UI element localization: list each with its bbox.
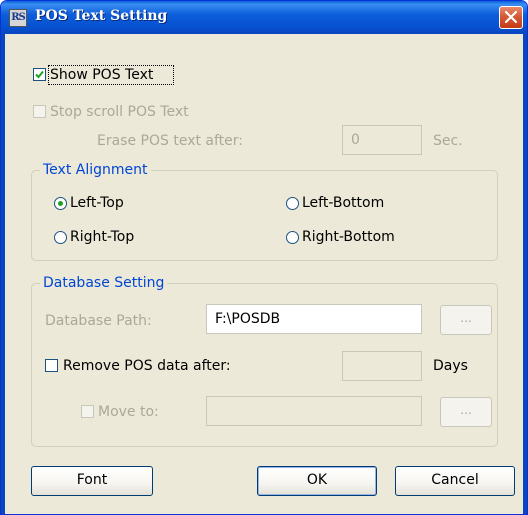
move-to-label: Move to: [98,404,159,420]
remove-days-input[interactable] [342,351,422,381]
radio-right-bottom[interactable] [286,231,299,244]
stop-scroll-label: Stop scroll POS Text [50,104,189,120]
show-pos-text-checkbox[interactable] [33,68,46,81]
erase-seconds-input[interactable]: 0 [342,125,422,155]
database-path-browse-button[interactable]: ... [440,305,492,335]
radio-right-top[interactable] [54,231,67,244]
close-icon [505,11,517,23]
checkmark-icon [35,70,44,79]
remove-pos-data-label[interactable]: Remove POS data after: [63,358,231,374]
database-setting-title: Database Setting [40,275,168,291]
cancel-button[interactable]: Cancel [395,466,515,496]
ok-button[interactable]: OK [257,466,377,496]
radio-left-bottom-label[interactable]: Left-Bottom [302,195,384,211]
remove-days-unit-label: Days [433,358,468,374]
database-path-label: Database Path: [45,313,152,329]
remove-pos-data-checkbox[interactable] [45,359,58,372]
show-pos-text-label[interactable]: Show POS Text [50,67,153,83]
text-alignment-title: Text Alignment [40,162,151,178]
stop-scroll-checkbox[interactable] [33,105,46,118]
move-to-browse-button[interactable]: ... [440,397,492,427]
window-border-right [523,34,527,514]
move-to-checkbox[interactable] [81,405,94,418]
erase-pos-text-label: Erase POS text after: [97,133,244,149]
close-button[interactable] [499,6,523,29]
text-alignment-group [31,170,498,261]
title-bar[interactable]: RS POS Text Setting [1,1,527,34]
move-to-input[interactable] [206,396,422,426]
window-title: POS Text Setting [35,8,168,24]
radio-left-bottom[interactable] [286,197,299,210]
font-button[interactable]: Font [31,466,153,496]
radio-left-top[interactable] [54,197,67,210]
radio-left-top-label[interactable]: Left-Top [70,195,124,211]
app-logo-icon: RS [9,9,27,27]
erase-unit-label: Sec. [433,133,463,149]
database-path-input[interactable]: F:\POSDB [206,304,422,334]
radio-right-top-label[interactable]: Right-Top [70,229,134,245]
radio-right-bottom-label[interactable]: Right-Bottom [302,229,395,245]
pos-text-setting-dialog: RS POS Text Setting Show POS Text Stop s… [0,0,528,515]
radio-selected-dot [58,201,63,206]
window-border-left [1,34,5,514]
